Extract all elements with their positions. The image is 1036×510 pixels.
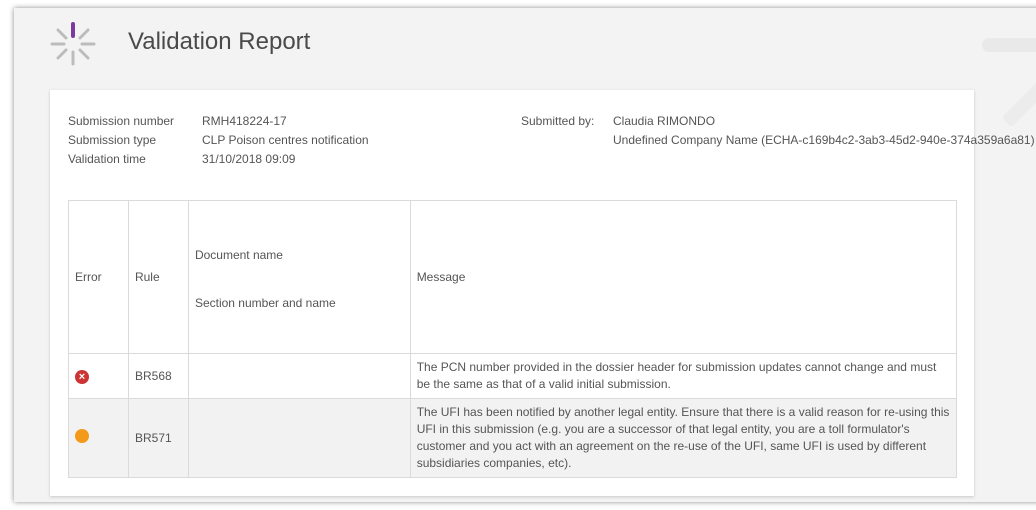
report-panel: Validation Report Submission number RMH4… bbox=[14, 8, 1036, 502]
column-header-section: Section number and name bbox=[194, 296, 336, 310]
warning-icon bbox=[75, 428, 89, 443]
submission-type-value: CLP Poison centres notification bbox=[202, 133, 369, 147]
submission-number-value: RMH418224-17 bbox=[202, 114, 287, 128]
validation-time-label: Validation time bbox=[68, 152, 146, 166]
submission-type-label: Submission type bbox=[68, 133, 157, 147]
decorative-bar bbox=[982, 38, 1036, 52]
column-header-document-name: Document name bbox=[194, 248, 283, 262]
page-title: Validation Report bbox=[128, 28, 311, 55]
submitted-by-label: Submitted by: bbox=[521, 114, 595, 128]
submitted-by-company: Undefined Company Name (ECHA-c169b4c2-3a… bbox=[613, 133, 1035, 147]
table-header-row: Error Rule Document name Section number … bbox=[68, 200, 958, 354]
validation-time-value: 31/10/2018 09:09 bbox=[202, 152, 296, 166]
validation-table: Error Rule Document name Section number … bbox=[68, 200, 958, 478]
rule-cell: BR568 bbox=[127, 353, 189, 399]
column-header-document: Document name Section number and name bbox=[187, 200, 411, 354]
message-cell: The PCN number provided in the dossier h… bbox=[409, 353, 958, 399]
document-cell bbox=[187, 353, 411, 399]
report-card: Submission number RMH418224-17 Submissio… bbox=[50, 90, 1035, 496]
rule-cell: BR571 bbox=[127, 398, 189, 478]
column-header-error: Error bbox=[68, 200, 129, 354]
document-cell bbox=[187, 398, 411, 478]
column-header-message: Message bbox=[409, 200, 958, 354]
table-row[interactable]: × BR568 The PCN number provided in the d… bbox=[68, 353, 958, 399]
submission-info: Submission number RMH418224-17 Submissio… bbox=[50, 112, 1035, 172]
decorative-slash bbox=[1001, 68, 1036, 128]
submitted-by-name: Claudia RIMONDO bbox=[613, 114, 716, 128]
echa-logo-icon bbox=[50, 22, 96, 66]
error-icon: × bbox=[75, 369, 89, 384]
severity-cell bbox=[68, 398, 129, 478]
submission-number-label: Submission number bbox=[68, 114, 175, 128]
table-row[interactable]: BR571 The UFI has been notified by anoth… bbox=[68, 398, 958, 478]
message-cell: The UFI has been notified by another leg… bbox=[409, 398, 958, 478]
column-header-rule: Rule bbox=[127, 200, 189, 354]
severity-cell: × bbox=[68, 353, 129, 399]
